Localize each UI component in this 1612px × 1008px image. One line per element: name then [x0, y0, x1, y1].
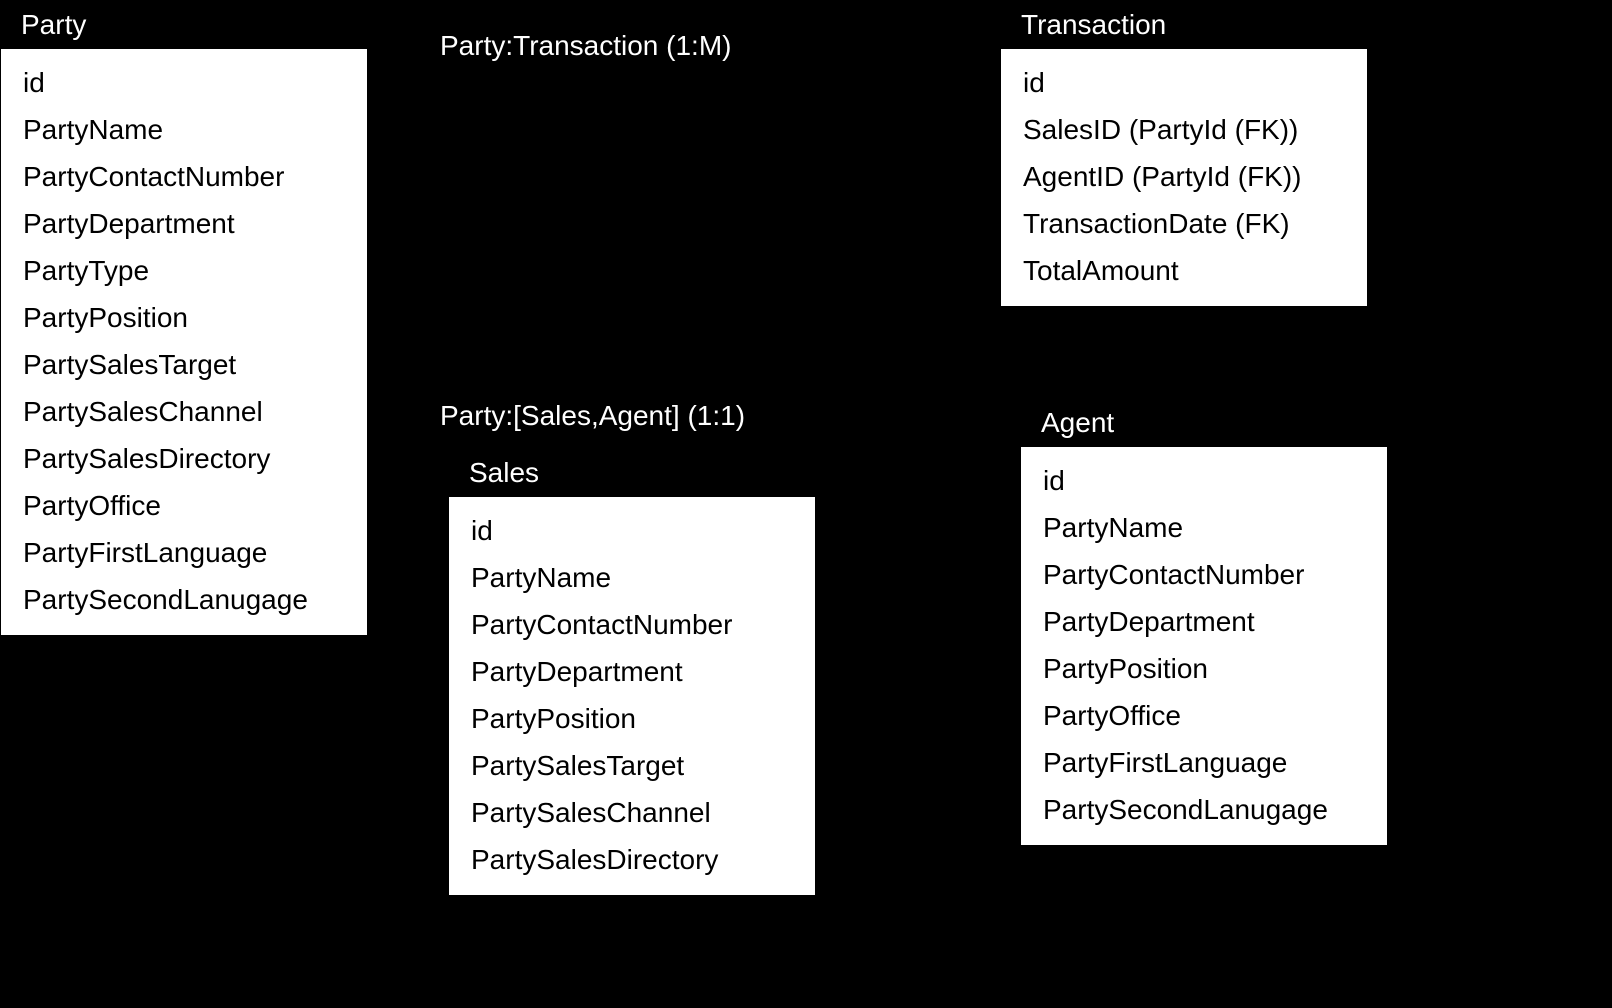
attribute: PartyContactNumber [23, 153, 345, 200]
attribute: PartyDepartment [1043, 598, 1365, 645]
attribute: PartyDepartment [471, 648, 793, 695]
attribute: PartyPosition [1043, 645, 1365, 692]
entity-sales: Sales id PartyName PartyContactNumber Pa… [448, 448, 816, 896]
attribute: PartySecondLanugage [1043, 786, 1365, 833]
attribute: PartyPosition [471, 695, 793, 742]
attribute: TotalAmount [1023, 247, 1345, 294]
attribute: PartySalesTarget [23, 341, 345, 388]
entity-sales-title: Sales [449, 449, 815, 497]
attribute: PartyContactNumber [471, 601, 793, 648]
attribute: PartyOffice [1043, 692, 1365, 739]
attribute: PartyOffice [23, 482, 345, 529]
attribute: PartyContactNumber [1043, 551, 1365, 598]
entity-party: Party id PartyName PartyContactNumber Pa… [0, 0, 368, 636]
attribute: PartySalesDirectory [471, 836, 793, 883]
attribute: PartyDepartment [23, 200, 345, 247]
entity-party-attributes: id PartyName PartyContactNumber PartyDep… [1, 49, 367, 635]
entity-transaction: Transaction id SalesID (PartyId (FK)) Ag… [1000, 0, 1368, 307]
attribute: PartyName [1043, 504, 1365, 551]
relationship-label-party-transaction: Party:Transaction (1:M) [440, 30, 731, 62]
entity-transaction-attributes: id SalesID (PartyId (FK)) AgentID (Party… [1001, 49, 1367, 306]
attribute: id [23, 59, 345, 106]
entity-sales-attributes: id PartyName PartyContactNumber PartyDep… [449, 497, 815, 895]
entity-agent: Agent id PartyName PartyContactNumber Pa… [1020, 398, 1388, 846]
attribute: PartySalesDirectory [23, 435, 345, 482]
attribute: PartySecondLanugage [23, 576, 345, 623]
attribute: PartyFirstLanguage [23, 529, 345, 576]
attribute: SalesID (PartyId (FK)) [1023, 106, 1345, 153]
attribute: PartyName [23, 106, 345, 153]
attribute: PartyFirstLanguage [1043, 739, 1365, 786]
entity-party-title: Party [1, 1, 367, 49]
relationship-label-party-sales-agent: Party:[Sales,Agent] (1:1) [440, 400, 745, 432]
attribute: PartySalesTarget [471, 742, 793, 789]
attribute: id [1043, 457, 1365, 504]
attribute: PartyPosition [23, 294, 345, 341]
attribute: id [471, 507, 793, 554]
entity-transaction-title: Transaction [1001, 1, 1367, 49]
entity-agent-attributes: id PartyName PartyContactNumber PartyDep… [1021, 447, 1387, 845]
attribute: AgentID (PartyId (FK)) [1023, 153, 1345, 200]
attribute: id [1023, 59, 1345, 106]
attribute: PartyName [471, 554, 793, 601]
entity-agent-title: Agent [1021, 399, 1387, 447]
attribute: TransactionDate (FK) [1023, 200, 1345, 247]
attribute: PartySalesChannel [23, 388, 345, 435]
attribute: PartyType [23, 247, 345, 294]
attribute: PartySalesChannel [471, 789, 793, 836]
